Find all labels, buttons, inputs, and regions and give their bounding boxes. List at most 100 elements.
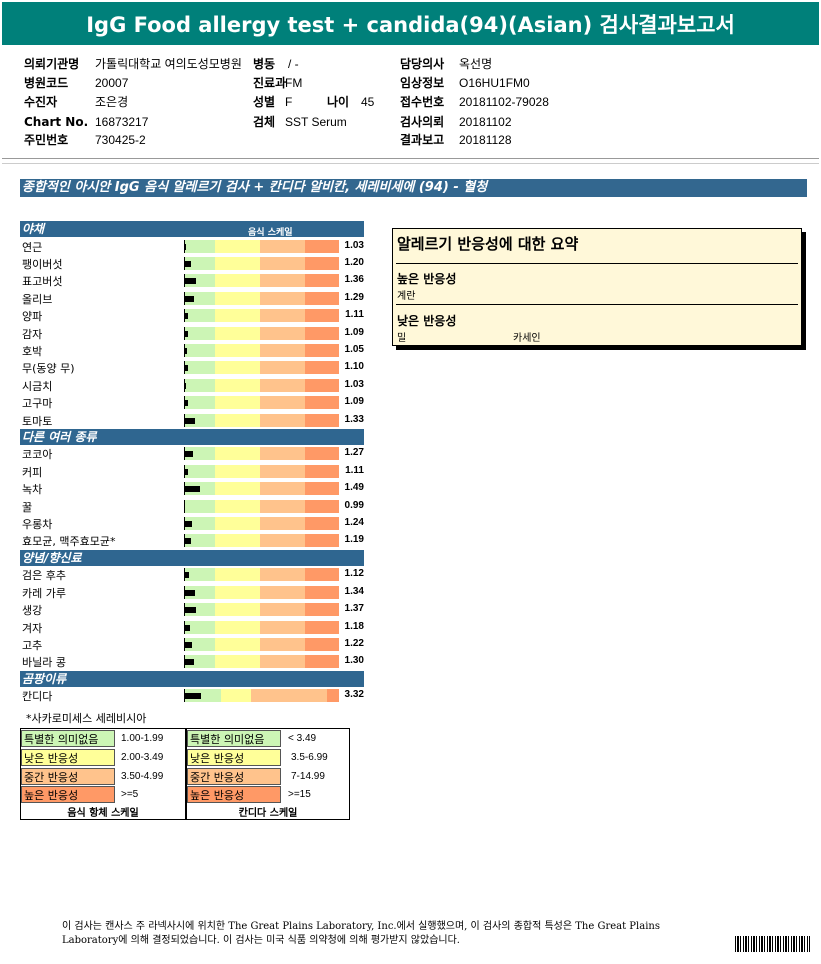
legend-swatch: 중간 반응성 [187, 768, 281, 785]
result-row: 고추 1.22 [20, 636, 364, 653]
legend-range: 7-14.99 [291, 771, 325, 782]
info-label: 결과보고 [400, 133, 445, 147]
category-header: 곰팡이류 [20, 670, 364, 687]
reactivity-fill [185, 313, 189, 320]
reactivity-fill [185, 347, 187, 354]
result-value: 1.05 [344, 343, 364, 355]
ward-value: / - [288, 57, 299, 71]
legend-swatch: 높은 반응성 [21, 786, 115, 803]
food-name: 토마토 [22, 414, 53, 428]
legend-swatch: 높은 반응성 [187, 786, 281, 803]
reactivity-fill [185, 693, 201, 700]
scale-segment [260, 585, 305, 599]
food-name: 녹차 [22, 483, 43, 497]
info-label: 접수번호 [400, 95, 445, 109]
ward-label: 병동 [253, 57, 276, 71]
scale-segment [305, 343, 339, 357]
food-name: 무(동양 무) [22, 362, 75, 376]
scale-segment [185, 309, 215, 323]
legend-title: 음식 항체 스케일 [67, 808, 139, 819]
result-value: 3.32 [344, 689, 364, 701]
legend-range: < 3.49 [288, 733, 317, 744]
food-name: 바닐라 콩 [22, 656, 66, 670]
result-row: 양파 1.11 [20, 307, 364, 324]
food-name: 코코아 [22, 448, 53, 462]
category-header: 다른 여러 종류 [20, 428, 364, 445]
reactivity-bar [184, 464, 339, 478]
reactivity-fill [185, 607, 197, 614]
result-row: 꿀 0.99 [20, 498, 364, 515]
divider [396, 263, 798, 264]
footnote: *사카로미세스 세레비시아 [26, 712, 147, 725]
info-label: 임상정보 [400, 76, 445, 90]
high-reactivity-item: 계란 [397, 291, 416, 302]
barcode [735, 936, 810, 952]
reactivity-bar [184, 378, 339, 392]
scale-segment [305, 499, 339, 513]
scale-segment [305, 361, 339, 375]
food-name: 우롱차 [22, 518, 53, 531]
scale-segment [185, 396, 215, 410]
specimen-value: SST Serum [285, 115, 347, 129]
divider [396, 304, 798, 305]
scale-segment [215, 603, 260, 617]
result-row: 우롱차 1.24 [20, 515, 364, 532]
info-value: 20007 [95, 76, 129, 90]
scale-segment [260, 620, 305, 634]
food-name: 효모균, 맥주효모균* [22, 535, 116, 549]
reactivity-fill [185, 624, 191, 631]
scale-segment [305, 517, 339, 530]
result-value: 1.18 [344, 620, 364, 632]
legend-range: 2.00-3.49 [121, 752, 164, 763]
scale-segment [215, 326, 260, 340]
food-name: 올리브 [22, 292, 53, 306]
divider [2, 163, 819, 164]
scale-segment [260, 378, 305, 392]
scale-segment [260, 413, 305, 427]
scale-segment [215, 499, 260, 513]
info-label: 검사의뢰 [400, 115, 445, 129]
result-value: 1.09 [344, 396, 364, 408]
scale-segment [305, 655, 339, 669]
scale-segment [260, 464, 305, 478]
dept-label: 진료과 [253, 76, 287, 90]
low-reactivity-item: 카세인 [513, 333, 541, 344]
scale-segment [260, 309, 305, 323]
reactivity-fill [185, 365, 188, 372]
sex-label: 성별 [253, 95, 276, 109]
result-row: 칸디다 3.32 [20, 687, 364, 704]
result-value: 1.33 [344, 413, 364, 425]
legend-swatch: 중간 반응성 [21, 768, 115, 785]
food-name: 연근 [22, 240, 43, 254]
result-value: 1.20 [344, 256, 364, 268]
legend-swatch: 특별한 의미없음 [187, 730, 281, 747]
result-value: 1.19 [344, 534, 364, 546]
legend-swatch: 낮은 반응성 [187, 749, 281, 766]
high-reactivity-label: 높은 반응성 [397, 272, 457, 286]
food-name: 시금치 [22, 379, 53, 393]
info-label: 수진자 [24, 95, 58, 109]
result-row: 녹차 1.49 [20, 480, 364, 497]
divider [2, 158, 819, 159]
food-name: 카레 가루 [22, 586, 66, 600]
info-label: 담당의사 [400, 57, 445, 71]
result-row: 커피 1.11 [20, 463, 364, 480]
scale-segment [215, 291, 260, 305]
food-name: 생강 [22, 604, 43, 618]
scale-segment [215, 517, 260, 530]
reactivity-bar [184, 482, 339, 496]
scale-segment [260, 447, 305, 461]
result-row: 겨자 1.18 [20, 619, 364, 636]
scale-segment [305, 620, 339, 634]
scale-segment [215, 637, 260, 651]
scale-segment [215, 568, 260, 582]
reactivity-fill [185, 382, 186, 389]
reactivity-fill [185, 538, 191, 545]
scale-segment [305, 464, 339, 478]
reactivity-bar [184, 568, 339, 582]
result-value: 1.03 [344, 239, 364, 251]
reactivity-fill [185, 468, 189, 475]
result-row: 시금치 1.03 [20, 377, 364, 394]
food-name: 검은 후추 [22, 569, 66, 583]
result-row: 호박 1.05 [20, 342, 364, 359]
